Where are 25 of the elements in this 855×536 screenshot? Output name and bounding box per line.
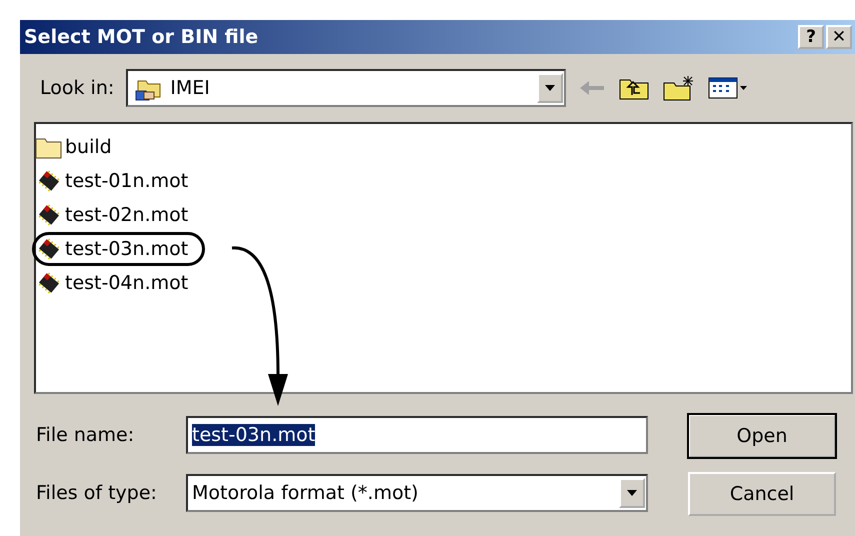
file-name-text: test-01n.mot (65, 169, 188, 194)
file-name-field[interactable]: test-03n.mot (186, 416, 648, 454)
file-name-label: File name: (36, 424, 136, 446)
file-name-text: test-03n.mot (65, 237, 188, 262)
file-name-value: test-03n.mot (192, 424, 316, 446)
window-title: Select MOT or BIN file (24, 26, 258, 48)
file-type-dropdown[interactable]: Motorola format (*.mot) (186, 474, 648, 512)
look-in-label: Look in: (40, 77, 114, 99)
cancel-button[interactable]: Cancel (688, 472, 836, 516)
file-item[interactable]: test-03n.mot (32, 232, 206, 266)
file-name-text: build (65, 135, 112, 160)
look-in-value: IMEI (170, 77, 211, 99)
file-name-text: test-04n.mot (65, 271, 188, 296)
files-of-type-label: Files of type: (36, 482, 158, 504)
file-item[interactable]: test-01n.mot (32, 164, 206, 198)
file-item[interactable]: test-04n.mot (32, 266, 206, 300)
close-button[interactable]: ✕ (826, 25, 852, 49)
open-button[interactable]: Open (688, 414, 836, 458)
file-item[interactable]: build (32, 130, 129, 164)
file-name-text: test-02n.mot (65, 203, 188, 228)
view-menu-icon[interactable] (708, 76, 748, 100)
file-item[interactable]: test-02n.mot (32, 198, 206, 232)
look-in-dropdown[interactable]: IMEI (126, 69, 566, 107)
help-button[interactable]: ? (798, 25, 824, 49)
file-type-value: Motorola format (*.mot) (192, 482, 420, 504)
